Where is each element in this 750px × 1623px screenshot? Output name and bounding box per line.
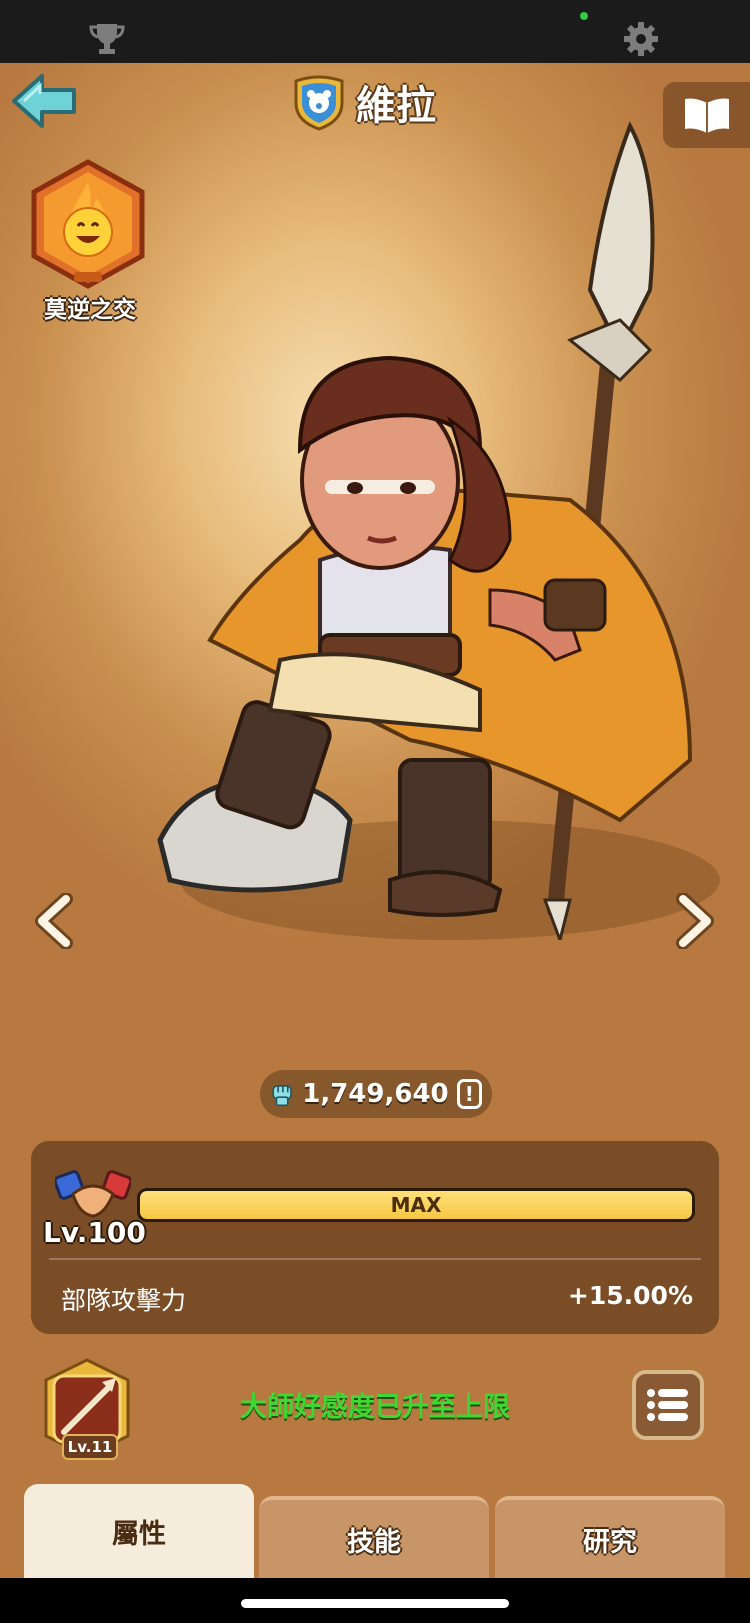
home-indicator[interactable] [241, 1599, 509, 1608]
status-bar [0, 0, 750, 63]
bond-badge-label: 莫逆之交 [44, 297, 136, 323]
flame-smile-icon[interactable] [26, 158, 150, 294]
list-icon [647, 1389, 688, 1421]
tab-skills[interactable]: 技能 [259, 1496, 489, 1578]
gear-icon[interactable] [622, 20, 660, 58]
favor-message: 大師好感度已升至上限 [240, 1392, 510, 1423]
stat-value: +15.00% [567, 1281, 693, 1310]
stat-label: 部隊攻擊力 [61, 1286, 187, 1315]
skill-level-badge: Lv.11 [62, 1434, 118, 1460]
level-progress-label: MAX [390, 1193, 442, 1217]
hero-portrait [157, 121, 720, 940]
exclamation-icon[interactable]: ! [456, 1079, 482, 1109]
power-value: 1,749,640 [302, 1079, 449, 1109]
hero-level: Lv.100 [43, 1216, 146, 1249]
power-display: 1,749,640 ! [260, 1070, 492, 1118]
chevron-left-icon[interactable] [32, 893, 76, 949]
tab-attributes[interactable]: 屬性 [24, 1484, 254, 1578]
back-arrow-icon[interactable] [10, 72, 80, 130]
fist-icon [272, 1085, 292, 1107]
chevron-right-icon[interactable] [673, 893, 717, 949]
list-button[interactable] [632, 1370, 704, 1440]
level-panel: Lv.100 MAX 部隊攻擊力 +15.00% [31, 1141, 719, 1334]
level-progress-bar: MAX [137, 1188, 695, 1222]
tab-research[interactable]: 研究 [495, 1496, 725, 1578]
camera-indicator [580, 12, 588, 20]
divider [49, 1258, 701, 1260]
trophy-icon[interactable] [88, 22, 126, 56]
